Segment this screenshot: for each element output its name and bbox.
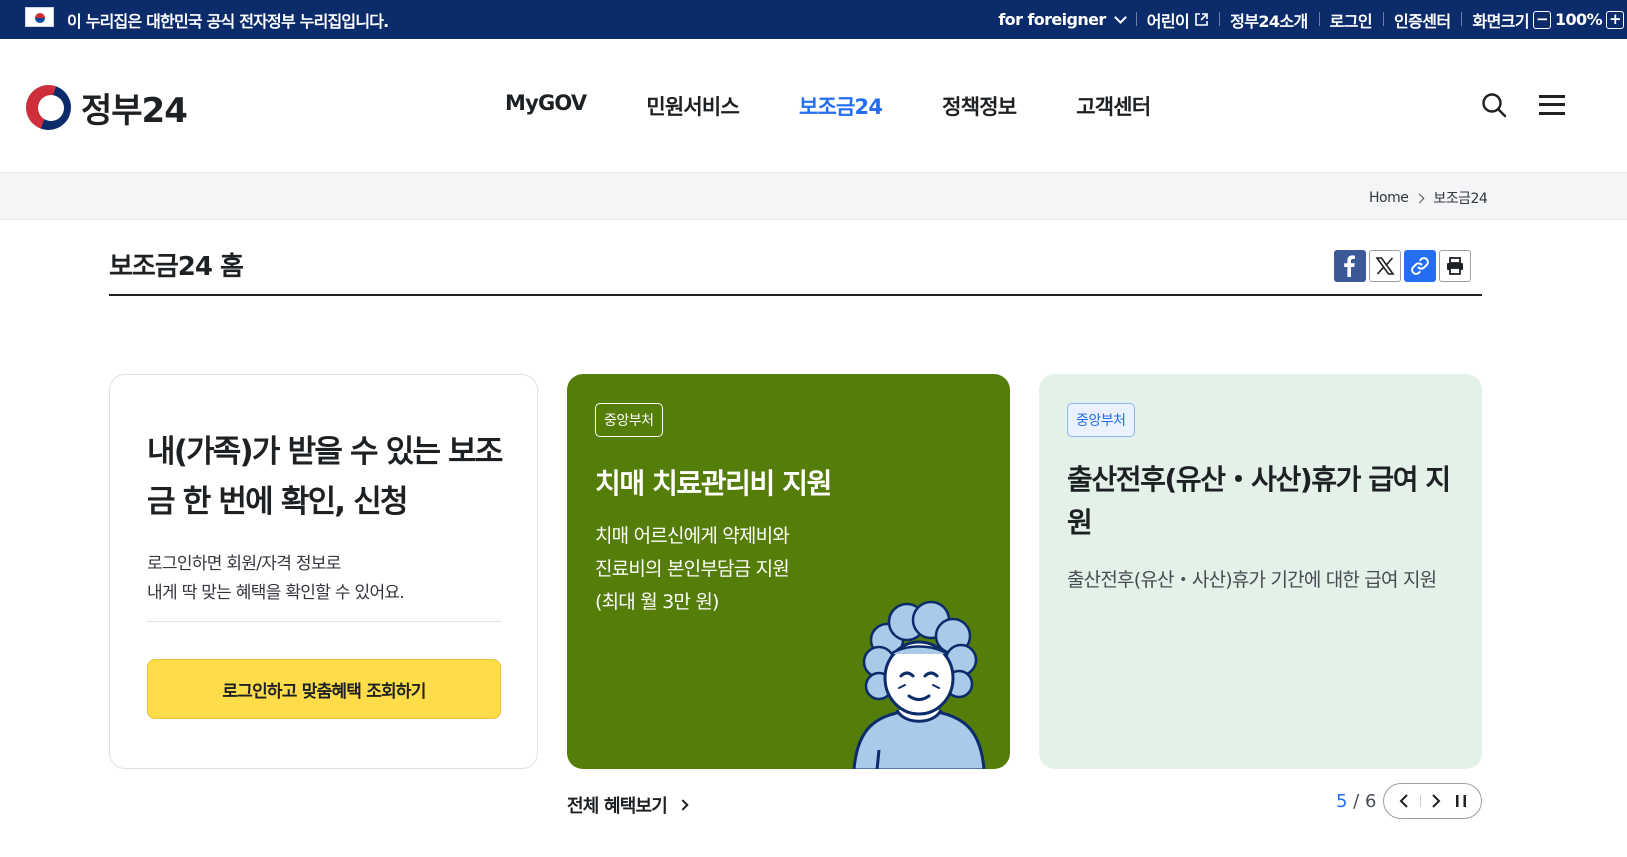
- intro-divider: [147, 621, 501, 622]
- kids-link[interactable]: 어린이: [1135, 8, 1219, 32]
- chevron-down-icon: [1113, 11, 1127, 24]
- printer-icon: [1447, 257, 1463, 275]
- hamburger-menu-icon[interactable]: [1539, 93, 1565, 115]
- chevron-left-icon: [1399, 794, 1408, 808]
- external-link-icon: [1195, 13, 1208, 26]
- controls-divider: [1419, 795, 1421, 807]
- ministry-badge: 중앙부처: [595, 403, 663, 437]
- slide-counter: 5 / 6: [1336, 791, 1376, 812]
- benefit-desc-line-1: 치매 어르신에게 약제비와: [595, 525, 790, 547]
- official-notice[interactable]: 이 누리집은 대한민국 공식 전자정부 누리집입니다.: [67, 8, 389, 32]
- benefit-desc-line-3: (최대 월 3만 원): [595, 591, 719, 613]
- zoom-value: 100%: [1554, 10, 1603, 29]
- nav-item-mygov[interactable]: MyGOV: [505, 91, 587, 121]
- logo-text: 정부24: [81, 91, 188, 131]
- login-label: 로그인: [1329, 11, 1373, 31]
- intro-desc-line-1: 로그인하면 회원/자격 정보로: [147, 554, 341, 574]
- chevron-right-icon: [1432, 794, 1441, 808]
- title-divider: [109, 294, 1482, 296]
- link-icon: [1411, 257, 1429, 275]
- facebook-share-button[interactable]: [1334, 250, 1366, 282]
- elderly-woman-illustration: [852, 600, 986, 769]
- carousel-controls: [1383, 783, 1482, 819]
- benefit-title: 출산전후(유산・사산)휴가 급여 지원: [1067, 463, 1451, 539]
- breadcrumb-bar: Home 보조금24: [0, 172, 1627, 220]
- site-logo[interactable]: 정부24: [26, 83, 188, 132]
- facebook-icon: [1344, 255, 1355, 277]
- cert-center-label: 인증센터: [1394, 11, 1451, 31]
- nav-item-subsidy24[interactable]: 보조금24: [799, 91, 883, 121]
- benefit-card-maternity-leave[interactable]: 중앙부처 출산전후(유산・사산)휴가 급여 지원 출산전후(유산・사산)휴가 기…: [1039, 374, 1482, 769]
- intro-desc-line-2: 내게 딱 맞는 혜택을 확인할 수 있어요.: [147, 583, 405, 603]
- gov-emblem-icon: [26, 85, 71, 130]
- for-foreigner-label: for foreigner: [998, 10, 1106, 29]
- about-label: 정부24소개: [1230, 11, 1308, 31]
- page-title: 보조금24 홈: [109, 252, 244, 282]
- taegukgi-flag-icon: [25, 7, 54, 27]
- breadcrumb: Home 보조금24: [1369, 188, 1488, 208]
- zoom-out-button[interactable]: −: [1532, 10, 1551, 29]
- intro-headline: 내(가족)가 받을 수 있는 보조금 한 번에 확인, 신청: [147, 434, 503, 520]
- ministry-badge: 중앙부처: [1067, 403, 1135, 437]
- prev-slide-button[interactable]: [1395, 792, 1413, 810]
- subsidy-intro-card: 내(가족)가 받을 수 있는 보조금 한 번에 확인, 신청 로그인하면 회원/…: [109, 374, 538, 769]
- pause-icon: [1455, 795, 1466, 807]
- x-share-button[interactable]: [1369, 250, 1401, 282]
- cert-center-link[interactable]: 인증센터: [1383, 8, 1461, 32]
- print-button[interactable]: [1439, 250, 1471, 282]
- copy-link-button[interactable]: [1404, 250, 1436, 282]
- breadcrumb-current[interactable]: 보조금24: [1433, 188, 1487, 208]
- login-link[interactable]: 로그인: [1318, 8, 1383, 32]
- pause-slide-button[interactable]: [1452, 792, 1470, 810]
- next-slide-button[interactable]: [1427, 792, 1445, 810]
- share-toolbar: [1334, 250, 1471, 282]
- zoom-in-button[interactable]: +: [1606, 10, 1624, 29]
- breadcrumb-home[interactable]: Home: [1369, 190, 1409, 206]
- slide-total: 6: [1364, 791, 1377, 812]
- intro-description: 로그인하면 회원/자격 정보로 내게 딱 맞는 혜택을 확인할 수 있어요.: [147, 550, 517, 608]
- nav-item-civil-service[interactable]: 민원서비스: [646, 91, 739, 121]
- utility-menu: for foreigner 어린이 정부24소개 로그인 인증센터 화면크기 −…: [987, 0, 1627, 39]
- main-nav: MyGOV 민원서비스 보조금24 정책정보 고객센터: [505, 91, 1210, 121]
- login-benefit-lookup-button[interactable]: 로그인하고 맞춤혜택 조회하기: [147, 659, 501, 719]
- for-foreigner-menu[interactable]: for foreigner: [987, 10, 1135, 29]
- slide-separator: /: [1347, 791, 1365, 812]
- search-icon[interactable]: [1481, 92, 1507, 118]
- kids-label: 어린이: [1146, 11, 1190, 31]
- nav-item-customer-center[interactable]: 고객센터: [1076, 91, 1151, 121]
- screen-size-control: 화면크기 − 100% +: [1461, 8, 1627, 32]
- benefit-card-dementia[interactable]: 중앙부처 치매 치료관리비 지원 치매 어르신에게 약제비와 진료비의 본인부담…: [567, 374, 1010, 769]
- view-all-benefits-link[interactable]: 전체 혜택보기: [567, 792, 689, 818]
- benefit-description: 치매 어르신에게 약제비와 진료비의 본인부담금 지원 (최대 월 3만 원): [595, 520, 875, 619]
- benefit-title: 치매 치료관리비 지원: [595, 467, 832, 500]
- view-all-benefits-label: 전체 혜택보기: [567, 796, 668, 817]
- benefit-desc-line-2: 진료비의 본인부담금 지원: [595, 558, 790, 580]
- slide-current: 5: [1336, 791, 1348, 812]
- nav-item-policy-info[interactable]: 정책정보: [942, 91, 1017, 121]
- x-logo-icon: [1375, 257, 1395, 275]
- screen-size-label: 화면크기: [1472, 11, 1529, 31]
- chevron-right-icon: [1414, 193, 1425, 203]
- site-header: 정부24 MyGOV 민원서비스 보조금24 정책정보 고객센터: [0, 39, 1627, 172]
- benefit-description: 출산전후(유산・사산)휴가 기간에 대한 급여 지원: [1067, 569, 1437, 591]
- about-link[interactable]: 정부24소개: [1219, 8, 1319, 32]
- gov-banner: 이 누리집은 대한민국 공식 전자정부 누리집입니다. for foreigne…: [0, 0, 1627, 39]
- chevron-right-icon: [677, 799, 689, 811]
